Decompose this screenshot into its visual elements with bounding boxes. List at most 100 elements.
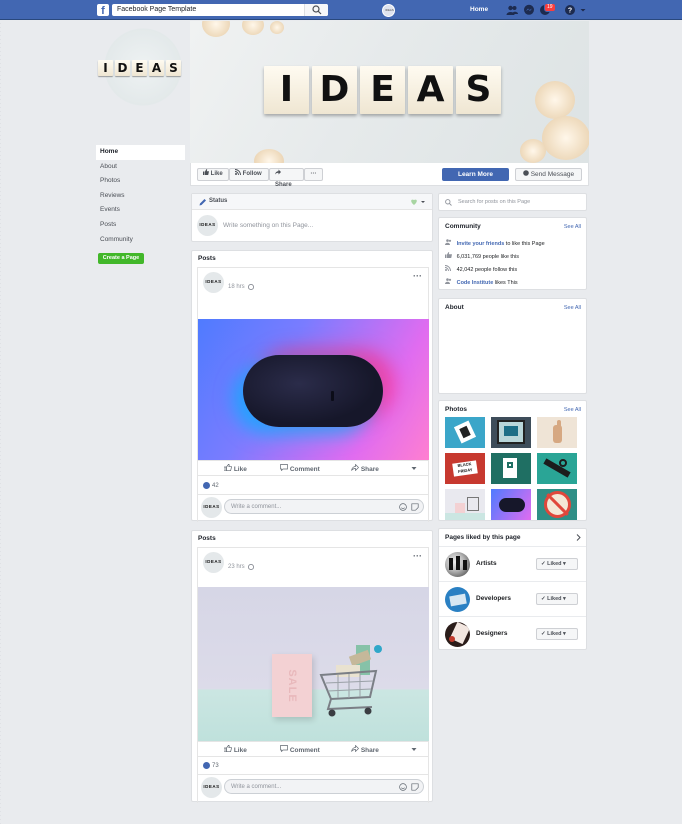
like-label: Like xyxy=(233,466,247,473)
profile-avatar[interactable]: IDEAS xyxy=(382,4,395,17)
cover-photo[interactable]: I D E A S xyxy=(190,21,589,163)
share-arrow-icon xyxy=(275,169,281,175)
reaction-count[interactable]: 42 xyxy=(203,482,219,489)
send-message-button[interactable]: Send Message xyxy=(515,168,582,181)
post-like-button[interactable]: Like xyxy=(223,463,247,473)
post-share-button[interactable]: Share xyxy=(351,463,379,473)
more-options-button[interactable]: ··· xyxy=(304,168,323,181)
search-button[interactable] xyxy=(304,4,328,16)
photo-thumbnail[interactable] xyxy=(537,453,577,484)
post-author-avatar[interactable]: IDEAS xyxy=(203,272,224,293)
comment-input[interactable]: Write a comment... xyxy=(224,779,424,794)
code-institute-link[interactable]: Code Institute xyxy=(457,280,494,286)
comment-input[interactable]: Write a comment... xyxy=(224,499,424,514)
chevron-down-icon[interactable] xyxy=(411,466,417,471)
help-icon[interactable]: ? xyxy=(564,4,576,16)
home-link[interactable]: Home xyxy=(470,6,488,13)
avatar-label: IDEAS xyxy=(205,279,222,284)
share-page-button[interactable]: Share xyxy=(269,168,304,188)
liked-toggle-button[interactable]: ✓ Liked ▾ xyxy=(536,593,578,605)
chevron-right-icon[interactable] xyxy=(576,534,581,541)
messenger-icon[interactable] xyxy=(523,4,535,16)
code-institute-text: likes This xyxy=(493,280,518,286)
avatar-label: IDEAS xyxy=(203,504,220,509)
page-post-search[interactable]: Search for posts on this Page xyxy=(438,193,587,211)
post-like-button[interactable]: Like xyxy=(223,744,247,754)
photo-thumbnail[interactable] xyxy=(491,453,531,484)
liked-page-row[interactable]: Artists ✓ Liked ▾ xyxy=(439,546,586,581)
emoji-icon[interactable] xyxy=(399,503,407,511)
like-reaction-icon xyxy=(203,482,210,489)
account-menu-chevron-down-icon[interactable] xyxy=(579,4,587,16)
page-search-placeholder: Search for posts on this Page xyxy=(458,199,531,205)
svg-text:?: ? xyxy=(568,8,572,15)
nav-item-events[interactable]: Events xyxy=(96,203,185,218)
invite-friends-link[interactable]: Invite your friends xyxy=(457,241,505,247)
community-title: Community xyxy=(445,223,481,230)
follow-page-button[interactable]: Follow xyxy=(229,168,269,181)
liked-page-row[interactable]: Designers ✓ Liked ▾ xyxy=(439,616,586,651)
post-comment-button[interactable]: Comment xyxy=(280,464,320,473)
about-see-all-link[interactable]: See All xyxy=(564,305,581,311)
status-tab[interactable]: Status xyxy=(209,198,227,204)
avatar-label: IDEAS xyxy=(203,784,220,789)
community-see-all-link[interactable]: See All xyxy=(564,224,581,230)
post-image-mouse[interactable] xyxy=(198,319,429,460)
nav-item-community[interactable]: Community xyxy=(96,233,185,248)
like-reaction-icon xyxy=(203,762,210,769)
photo-grid: BLACK FRIDAY xyxy=(445,417,577,520)
photo-thumbnail[interactable] xyxy=(537,489,577,520)
letter-tile: I xyxy=(264,66,309,114)
post-timestamp[interactable]: 23 hrs xyxy=(228,564,245,570)
comment-bubble-icon xyxy=(280,745,288,753)
nav-item-posts[interactable]: Posts xyxy=(96,218,185,233)
photos-see-all-link[interactable]: See All xyxy=(564,407,581,413)
photo-thumbnail[interactable] xyxy=(445,489,485,520)
sale-sign-text: SALE xyxy=(286,669,298,703)
reaction-count[interactable]: 73 xyxy=(203,762,219,769)
nav-item-photos[interactable]: Photos xyxy=(96,174,185,189)
post-author-avatar[interactable]: IDEAS xyxy=(203,552,224,573)
photo-thumbnail[interactable] xyxy=(445,417,485,448)
photo-thumbnail[interactable] xyxy=(491,417,531,448)
post-options-icon[interactable]: ··· xyxy=(413,271,422,281)
post-image-shopping-cart[interactable]: SALE xyxy=(198,587,429,741)
photo-thumbnail[interactable] xyxy=(537,417,577,448)
designers-avatar xyxy=(445,622,470,647)
photo-thumbnail[interactable]: BLACK FRIDAY xyxy=(445,453,485,484)
learn-more-button[interactable]: Learn More xyxy=(442,168,509,181)
audience-selector-icon[interactable] xyxy=(410,198,426,206)
liked-toggle-button[interactable]: ✓ Liked ▾ xyxy=(536,558,578,570)
nav-item-reviews[interactable]: Reviews xyxy=(96,189,185,204)
code-institute-row: Code Institute likes This xyxy=(445,277,545,290)
letter-tile: S xyxy=(456,66,501,114)
sticker-icon[interactable] xyxy=(411,503,419,511)
thumbs-up-icon xyxy=(223,744,233,753)
friend-requests-icon[interactable] xyxy=(506,4,518,16)
photo-thumbnail[interactable] xyxy=(491,489,531,520)
emoji-icon[interactable] xyxy=(399,783,407,791)
post-options-icon[interactable]: ··· xyxy=(413,551,422,561)
sticker-icon[interactable] xyxy=(411,783,419,791)
cover-letter-tiles: I D E A S xyxy=(264,66,501,114)
search-input[interactable]: Facebook Page Template xyxy=(112,4,328,16)
post-timestamp[interactable]: 18 hrs xyxy=(228,284,245,290)
liked-page-name: Designers xyxy=(476,630,508,637)
follows-count-text: 42,042 people follow this xyxy=(456,267,518,273)
post-share-button[interactable]: Share xyxy=(351,744,379,754)
liked-page-row[interactable]: Developers ✓ Liked ▾ xyxy=(439,581,586,616)
nav-item-home[interactable]: Home xyxy=(96,145,185,160)
liked-toggle-button[interactable]: ✓ Liked ▾ xyxy=(536,628,578,640)
facebook-logo-icon[interactable]: f xyxy=(97,4,109,16)
comment-placeholder: Write a comment... xyxy=(231,784,282,790)
like-label: Like xyxy=(210,171,223,177)
mouse-scroll-wheel xyxy=(331,391,334,401)
invite-friends-text: to like this Page xyxy=(504,241,545,247)
composer-input[interactable]: Write something on this Page... xyxy=(223,222,313,229)
like-page-button[interactable]: Like xyxy=(197,168,229,181)
chevron-down-icon[interactable] xyxy=(411,747,417,752)
nav-item-about[interactable]: About xyxy=(96,160,185,175)
post-comment-button[interactable]: Comment xyxy=(280,745,320,754)
create-page-button[interactable]: Create a Page xyxy=(98,253,144,264)
flower-decoration xyxy=(242,21,264,35)
